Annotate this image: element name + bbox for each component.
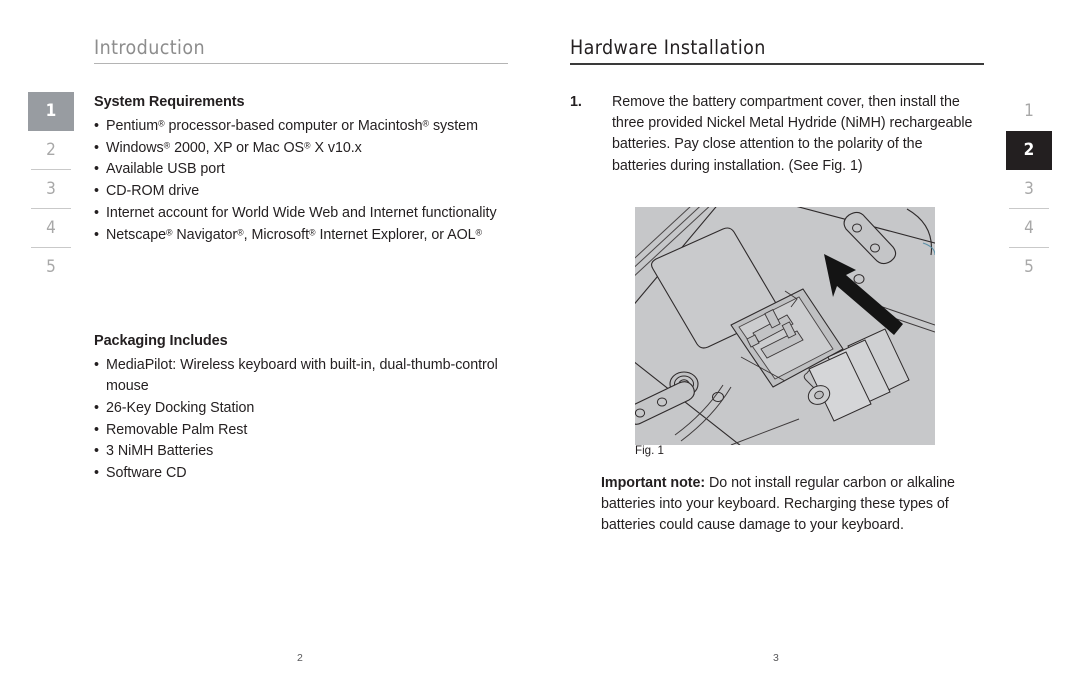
list-item: Internet account for World Wide Web and … [94,203,514,224]
list-item: CD-ROM drive [94,181,514,202]
side-tab-strip-right: 1 2 3 4 5 [1006,92,1052,287]
side-tab-5[interactable]: 5 [28,248,74,287]
side-tab-4[interactable]: 4 [28,209,74,248]
list-item: 26-Key Docking Station [94,398,514,419]
list-item-text: Windows® 2000, XP or Mac OS® X v10.x [106,139,362,156]
side-tab-5[interactable]: 5 [1006,248,1052,287]
keyboard-underside-battery-compartment-illustration [635,207,935,445]
figure-caption: Fig. 1 [635,444,664,457]
side-tab-label: 2 [46,140,56,160]
side-tab-label: 5 [46,257,56,277]
figure-hardware-illustration [635,207,935,450]
side-tab-label: 1 [45,101,57,121]
side-tab-strip-left: 1 2 3 4 5 [28,92,74,287]
list-item-text: Software CD [106,465,187,482]
side-tab-label: 2 [1023,140,1035,160]
side-tab-label: 1 [1024,101,1034,121]
page-title-introduction: Introduction [94,36,205,59]
side-tab-label: 5 [1024,257,1034,277]
list-item-text: 26-Key Docking Station [106,399,255,416]
list-item: Software CD [94,463,514,484]
install-step-1: 1. Remove the battery compartment cover,… [570,92,980,177]
heading-rule-right [570,63,984,65]
side-tab-1[interactable]: 1 [28,92,74,131]
heading-rule-left [94,63,508,64]
list-item: Windows® 2000, XP or Mac OS® X v10.x [94,138,514,159]
page-number-right: 3 [773,652,779,664]
section-title-system-requirements: System Requirements [94,94,245,110]
side-tab-3[interactable]: 3 [1006,170,1052,209]
page-number-left: 2 [297,652,303,664]
list-item-text: Removable Palm Rest [106,421,248,438]
important-note-label: Important note: [601,475,706,491]
list-item: MediaPilot: Wireless keyboard with built… [94,355,514,397]
step-text: Remove the battery compartment cover, th… [612,94,973,174]
important-note: Important note: Do not install regular c… [601,473,991,537]
list-item: Pentium® processor-based computer or Mac… [94,116,514,137]
packaging-includes-list: MediaPilot: Wireless keyboard with built… [94,355,514,485]
list-item-text: Netscape® Navigator®, Microsoft® Interne… [106,226,483,243]
list-item: Netscape® Navigator®, Microsoft® Interne… [94,225,514,246]
side-tab-2[interactable]: 2 [1006,131,1052,170]
side-tab-label: 3 [46,179,56,199]
section-title-packaging-includes: Packaging Includes [94,333,228,349]
page-title-hardware-installation: Hardware Installation [570,36,766,59]
side-tab-label: 4 [46,218,56,238]
list-item-text: Pentium® processor-based computer or Mac… [106,118,478,134]
list-item-text: Available USB port [106,161,225,178]
system-requirements-list: Pentium® processor-based computer or Mac… [94,116,514,246]
list-item: 3 NiMH Batteries [94,441,514,462]
side-tab-label: 4 [1024,218,1034,238]
list-item-text: CD-ROM drive [106,183,200,200]
side-tab-4[interactable]: 4 [1006,209,1052,248]
side-tab-3[interactable]: 3 [28,170,74,209]
list-item-text: MediaPilot: Wireless keyboard with built… [106,357,498,395]
side-tab-1[interactable]: 1 [1006,92,1052,131]
list-item: Available USB port [94,159,514,180]
left-page: Introduction 1 2 3 4 5 System Requiremen… [0,0,540,698]
step-number: 1. [570,94,582,110]
list-item-text: Internet account for World Wide Web and … [106,204,497,221]
side-tab-label: 3 [1024,179,1034,199]
side-tab-2[interactable]: 2 [28,131,74,170]
list-item: Removable Palm Rest [94,420,514,441]
list-item-text: 3 NiMH Batteries [106,443,214,460]
